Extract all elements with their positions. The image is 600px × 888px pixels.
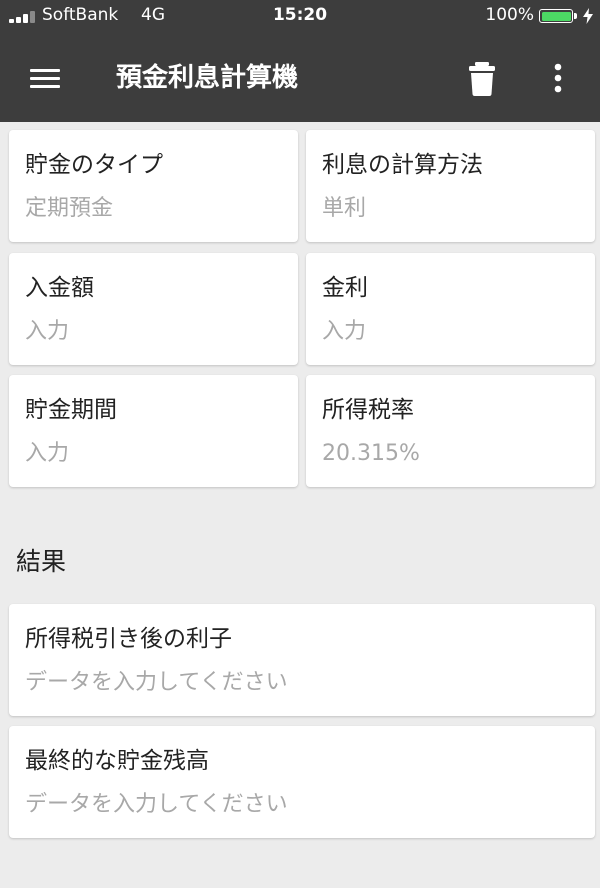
deposit-amount-field[interactable]: 入金額 入力	[9, 253, 298, 365]
page-title: 預金利息計算機	[116, 63, 299, 93]
interest-method-label: 利息の計算方法	[322, 152, 483, 178]
interest-method-value: 単利	[322, 196, 367, 221]
battery-level-fill	[541, 11, 571, 21]
interest-rate-field[interactable]: 金利 入力	[306, 253, 595, 365]
after-tax-interest-value: データを入力してください	[25, 670, 288, 695]
battery-terminal	[574, 13, 577, 19]
after-tax-interest-label: 所得税引き後の利子	[25, 626, 232, 652]
final-balance-card: 最終的な貯金残高 データを入力してください	[9, 726, 595, 838]
battery-icon	[539, 9, 573, 23]
savings-type-card[interactable]: 貯金のタイプ 定期預金	[9, 130, 298, 242]
savings-period-field[interactable]: 貯金期間 入力	[9, 375, 298, 487]
savings-period-placeholder: 入力	[25, 441, 70, 466]
final-balance-value: データを入力してください	[25, 792, 288, 817]
battery-percent: 100%	[485, 5, 534, 25]
more-vert-icon[interactable]	[540, 56, 576, 102]
savings-period-label: 貯金期間	[25, 397, 117, 423]
app-bar: 預金利息計算機	[0, 32, 600, 122]
interest-method-card[interactable]: 利息の計算方法 単利	[306, 130, 595, 242]
savings-type-label: 貯金のタイプ	[25, 152, 163, 178]
hamburger-menu-icon[interactable]	[22, 56, 68, 102]
interest-rate-label: 金利	[322, 275, 368, 301]
tax-rate-value: 20.315%	[322, 441, 420, 466]
after-tax-interest-card: 所得税引き後の利子 データを入力してください	[9, 604, 595, 716]
deposit-amount-label: 入金額	[25, 275, 94, 301]
tax-rate-label: 所得税率	[322, 397, 414, 423]
status-bar: SoftBank 4G 15:20 100%	[0, 0, 600, 32]
deposit-amount-placeholder: 入力	[25, 319, 70, 344]
tax-rate-field[interactable]: 所得税率 20.315%	[306, 375, 595, 487]
charging-bolt-icon	[583, 8, 593, 24]
interest-rate-placeholder: 入力	[322, 319, 367, 344]
savings-type-value: 定期預金	[25, 196, 114, 221]
trash-icon[interactable]	[462, 56, 502, 102]
results-heading: 結果	[16, 547, 67, 576]
final-balance-label: 最終的な貯金残高	[25, 748, 209, 774]
